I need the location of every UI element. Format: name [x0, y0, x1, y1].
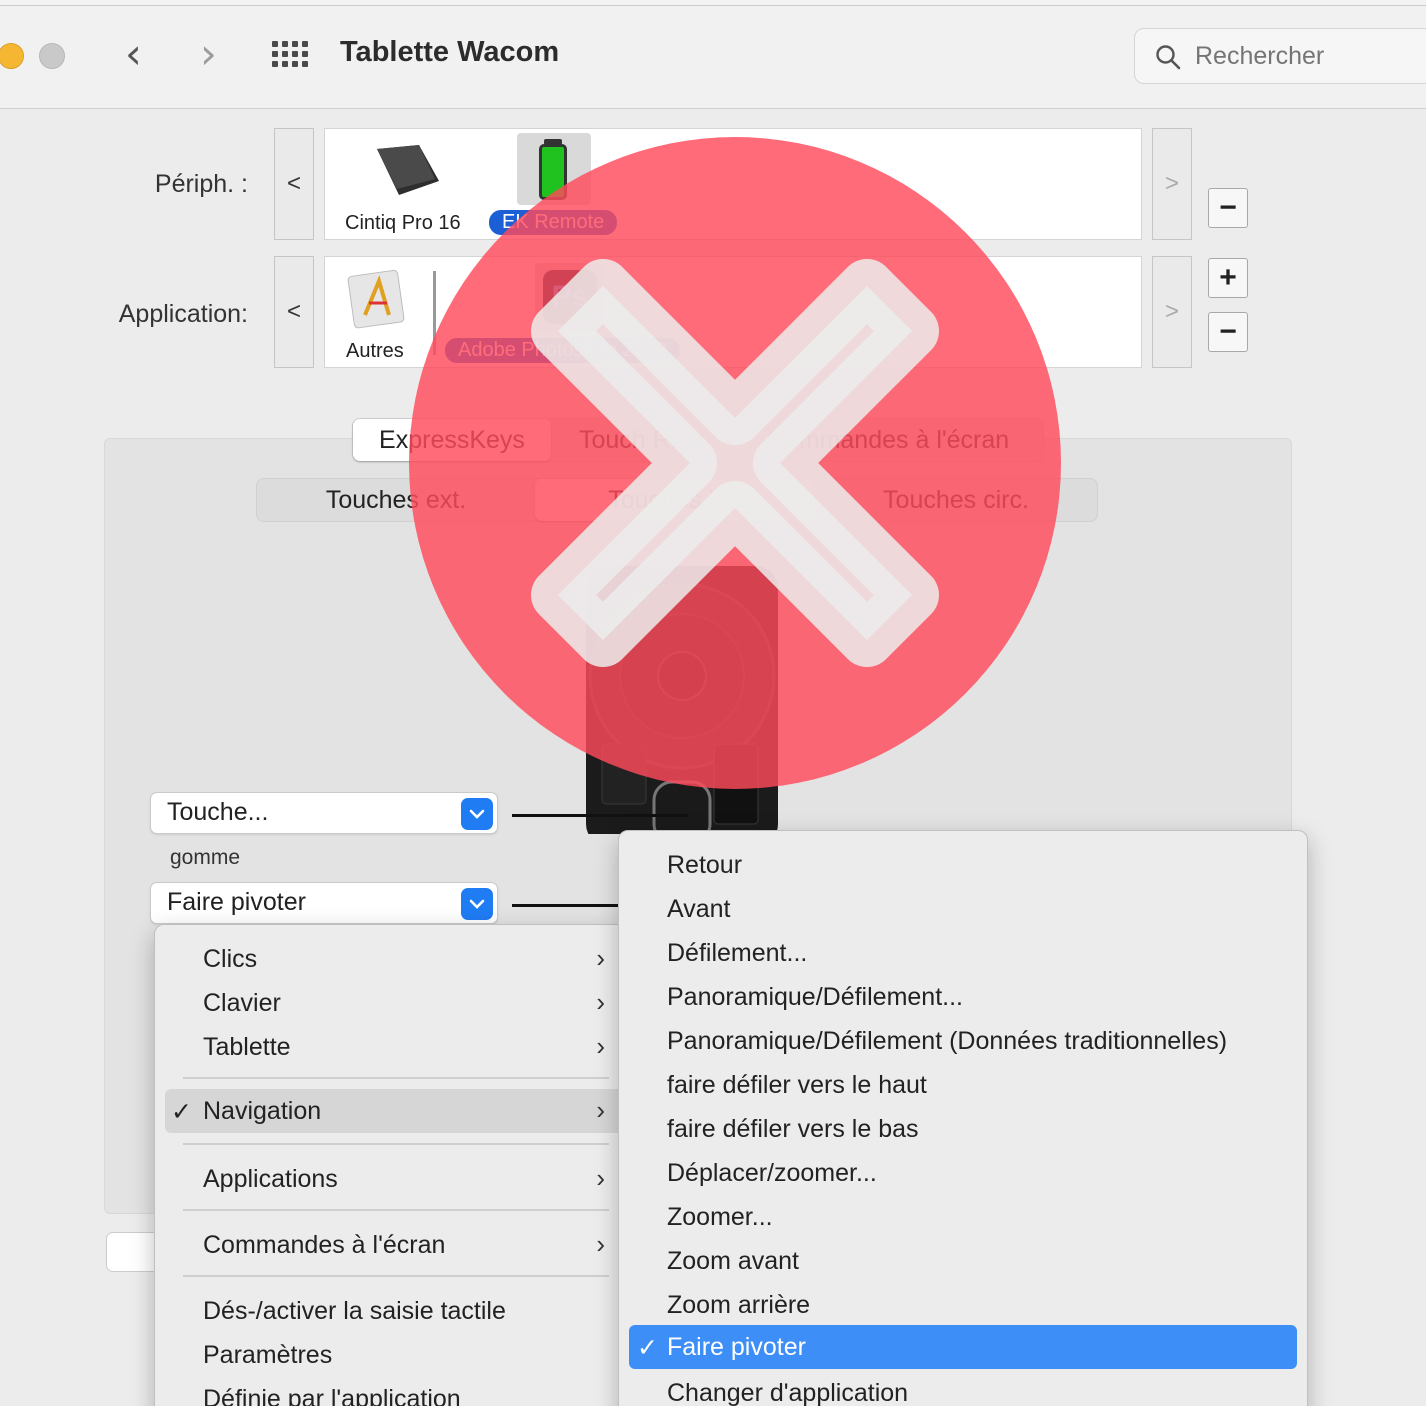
leader-line-2 — [512, 904, 622, 907]
mapping-popup-1-value: Touche... — [167, 798, 269, 826]
app-generic-icon[interactable] — [345, 267, 409, 331]
chevron-right-icon: › — [596, 1229, 605, 1259]
leader-line-1 — [512, 814, 688, 817]
menu-item-app-defined[interactable]: Définie par l'application — [155, 1377, 625, 1406]
chevron-left-icon: ‹ — [125, 29, 142, 78]
menu-item-parametres[interactable]: Paramètres — [155, 1333, 625, 1377]
window-title: Tablette Wacom — [340, 36, 560, 68]
subtab-touches-int[interactable]: Touches int. — [535, 479, 815, 521]
applications-strip: Autres Ps Adobe Photoshop 2022 — [324, 256, 1142, 368]
menu-item-clavier[interactable]: Clavier › — [155, 981, 625, 1025]
app-divider — [433, 271, 436, 355]
back-button[interactable]: ‹ — [125, 33, 142, 75]
action-menu: Clics › Clavier › Tablette › ✓ Navigation › A… — [154, 924, 626, 1406]
mapping-popup-1[interactable]: Touche... — [150, 792, 498, 834]
submenu-item[interactable]: Panoramique/Défilement... — [619, 975, 1307, 1019]
checkmark-icon: ✓ — [637, 1334, 658, 1362]
submenu-item[interactable]: Retour — [619, 843, 1307, 887]
device-cintiq[interactable]: Cintiq Pro 16 — [345, 212, 461, 235]
forward-button[interactable]: › — [200, 33, 217, 75]
submenu-item[interactable]: Zoomer... — [619, 1195, 1307, 1239]
tablet-icon[interactable] — [373, 143, 443, 199]
apps-prev-button[interactable]: < — [274, 256, 314, 368]
remove-device-button[interactable]: − — [1208, 188, 1248, 228]
devices-label: Périph. : — [154, 170, 248, 198]
menu-separator — [183, 1143, 609, 1145]
checkmark-icon: ✓ — [171, 1098, 192, 1126]
chevron-down-icon — [461, 798, 493, 830]
mapping-popup-2-value: Faire pivoter — [167, 888, 306, 916]
photoshop-icon[interactable]: Ps — [535, 263, 605, 331]
submenu-item-selected[interactable]: ✓ Faire pivoter — [629, 1325, 1297, 1369]
submenu-item[interactable]: Zoom avant — [619, 1239, 1307, 1283]
remote-device-image — [586, 566, 778, 834]
remove-application-button[interactable]: − — [1208, 312, 1248, 352]
subtab-touches-ext[interactable]: Touches ext. — [257, 479, 535, 521]
submenu-item[interactable]: Avant — [619, 887, 1307, 931]
tab-touch-ring[interactable]: Touch Ring — [551, 426, 733, 454]
add-application-button[interactable]: + — [1208, 258, 1248, 298]
menu-item-applications[interactable]: Applications › — [155, 1157, 625, 1201]
search-input[interactable] — [1195, 42, 1425, 71]
devices-prev-button[interactable]: < — [274, 128, 314, 240]
zoom-window-button[interactable] — [39, 43, 65, 69]
app-autres[interactable]: Autres — [346, 340, 404, 363]
menu-separator — [183, 1275, 609, 1277]
menu-separator — [183, 1209, 609, 1211]
search-icon — [1156, 45, 1181, 70]
menu-separator — [183, 1077, 609, 1079]
tab-expresskeys[interactable]: ExpressKeys — [353, 419, 551, 461]
menu-item-navigation[interactable]: ✓ Navigation › — [165, 1089, 625, 1133]
chevron-right-icon: › — [596, 1095, 605, 1125]
sub-tabs: Touches ext. Touches int. Touches circ. — [256, 478, 1098, 522]
application-label: Application: — [118, 300, 248, 328]
device-ek-remote[interactable]: EK Remote — [489, 210, 618, 235]
subtab-touches-circ[interactable]: Touches circ. — [815, 479, 1097, 521]
submenu-item[interactable]: faire défiler vers le haut — [619, 1063, 1307, 1107]
devices-strip: Cintiq Pro 16 EK Remote — [324, 128, 1142, 240]
menu-item-tablette[interactable]: Tablette › — [155, 1025, 625, 1069]
chevron-down-icon — [461, 888, 493, 920]
main-tabs: ExpressKeys Touch Ring Commandes à l'écr… — [352, 418, 1044, 462]
chevron-right-icon: › — [596, 1031, 605, 1061]
submenu-item[interactable]: Déplacer/zoomer... — [619, 1151, 1307, 1195]
menu-item-clics[interactable]: Clics › — [155, 937, 625, 981]
chevron-right-icon: › — [200, 29, 217, 78]
title-bar: ‹ › Tablette Wacom — [0, 6, 1426, 109]
devices-next-button[interactable]: > — [1152, 128, 1192, 240]
mapping-note: gomme — [170, 846, 241, 869]
submenu-item[interactable]: Changer d'application — [619, 1371, 1307, 1406]
app-photoshop[interactable]: Adobe Photoshop 2022 — [445, 338, 681, 363]
apps-next-button[interactable]: > — [1152, 256, 1192, 368]
submenu-item[interactable]: Panoramique/Défilement (Données traditio… — [619, 1019, 1307, 1063]
chevron-right-icon: › — [596, 1163, 605, 1193]
mapping-popup-2[interactable]: Faire pivoter — [150, 882, 498, 924]
chevron-right-icon: › — [596, 987, 605, 1017]
battery-remote-icon[interactable] — [517, 133, 591, 205]
grid-icon[interactable] — [272, 41, 310, 79]
chevron-right-icon: › — [596, 943, 605, 973]
menu-item-toggle-touch[interactable]: Dés-/activer la saisie tactile — [155, 1289, 625, 1333]
minimize-window-button[interactable] — [0, 43, 24, 69]
navigation-submenu: Retour Avant Défilement... Panoramique/D… — [618, 830, 1308, 1406]
menu-item-commandes-ecran[interactable]: Commandes à l'écran › — [155, 1223, 625, 1267]
submenu-item[interactable]: Défilement... — [619, 931, 1307, 975]
tab-commandes-ecran[interactable]: Commandes à l'écran — [733, 419, 1043, 461]
submenu-item[interactable]: faire défiler vers le bas — [619, 1107, 1307, 1151]
submenu-item[interactable]: Zoom arrière — [619, 1283, 1307, 1327]
search-field[interactable] — [1134, 28, 1426, 84]
